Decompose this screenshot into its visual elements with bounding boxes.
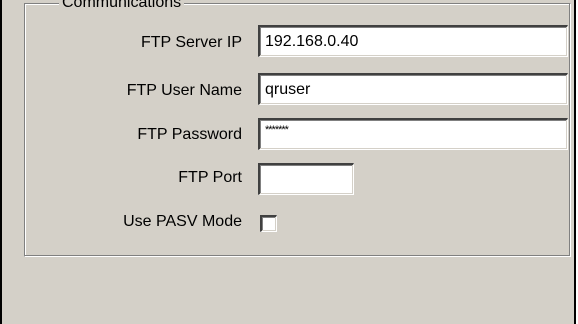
ftp-user-name-input[interactable]: qruser: [258, 73, 568, 105]
ftp-server-ip-label: FTP Server IP: [140, 34, 242, 51]
ftp-password-label: FTP Password: [137, 126, 242, 143]
ftp-password-input[interactable]: *******: [258, 118, 568, 150]
ftp-port-label: FTP Port: [178, 169, 242, 186]
ftp-port-input[interactable]: [258, 163, 354, 195]
settings-window: Communications FTP Server IP 192.168.0.4…: [0, 0, 578, 324]
group-title: Communications: [59, 0, 185, 9]
ftp-user-name-label: FTP User Name: [126, 82, 242, 99]
ftp-server-ip-input[interactable]: 192.168.0.40: [258, 25, 568, 57]
use-pasv-mode-label: Use PASV Mode: [123, 213, 242, 230]
use-pasv-mode-checkbox[interactable]: [260, 215, 277, 232]
settings-panel: Communications FTP Server IP 192.168.0.4…: [0, 0, 576, 324]
